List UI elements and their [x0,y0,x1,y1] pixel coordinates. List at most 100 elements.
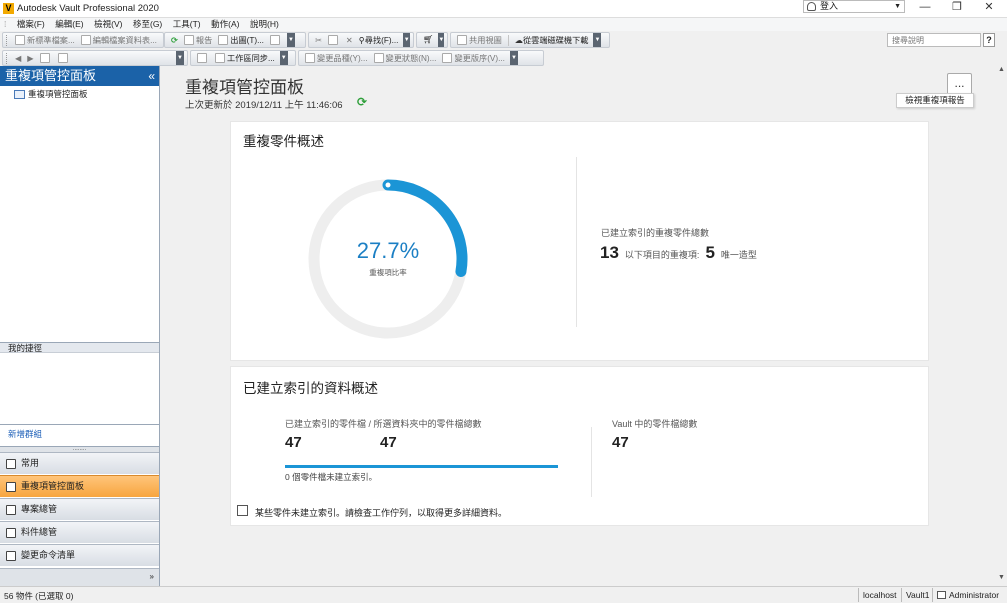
workspace-icon-button[interactable] [194,53,212,63]
vault-parts-count: 47 [612,434,629,451]
expand-nav-button[interactable]: » [0,568,159,586]
folder-up-icon [39,53,50,63]
menu-actions[interactable]: 動作(A) [207,18,243,30]
minimize-button[interactable]: — [910,0,940,16]
collapse-panel-button[interactable]: « [148,66,155,86]
scroll-up-arrow-icon[interactable]: ▲ [996,66,1007,77]
nav-item-master[interactable]: 料件總管 [0,521,159,543]
refresh-toolbar-button[interactable]: ⟳ [168,35,181,45]
shared-view-button[interactable]: 共用視圖 [454,34,505,46]
nav-project-explorer[interactable]: 專案總管 [0,498,159,520]
change-state-button[interactable]: 變更狀態(N)... [371,52,440,64]
toolbar-overflow[interactable]: ▼ [279,51,288,65]
toolbar-separator [507,34,509,46]
change-item-label: 變更品種(Y)... [317,54,368,63]
toolbar-overflow[interactable]: ▼ [286,33,295,47]
find-button[interactable]: ⚲ 尋找(F)... [356,34,402,46]
print-label: 出圖(T)... [230,36,264,45]
donut-start-marker [385,182,391,188]
card-title: 重複零件概述 [243,134,324,149]
vault-logo-icon: V [3,3,14,14]
shortcuts-divider [0,424,159,425]
copy-icon [327,35,338,45]
duplicate-parts-overview-card: 重複零件概述 27.7% 重複項比率 已建立索引的重複零件總數 13 以下項目的… [230,121,929,361]
login-dropdown[interactable]: 登入 ▼ [803,0,905,13]
print-preview-button[interactable] [267,35,285,45]
scroll-down-arrow-icon[interactable]: ▼ [996,574,1007,585]
delete-button[interactable]: ✕ [343,35,356,45]
card-divider [591,427,592,497]
toolbar-overflow[interactable]: ▼ [593,33,602,47]
view-button[interactable] [55,53,73,63]
cart-button[interactable]: 🛒︎ [420,35,436,45]
duplicate-ratio-value: 27.7% [356,238,420,263]
chevron-down-icon: ▼ [894,3,901,10]
nav-home[interactable]: 常用 [0,452,159,474]
change-revision-icon [442,53,453,63]
menu-help[interactable]: 說明(H) [246,18,283,30]
panel-header-title: 重複項管控面板 [5,68,97,83]
sync-icon [215,53,225,63]
new-group-link[interactable]: 新增群組 [8,428,42,440]
last-updated-text: 上次更新於 2019/12/11 上午 11:46:06 [185,100,343,111]
toolbar-overflow[interactable]: ▼ [438,33,445,47]
menu-file[interactable]: 檔案(F) [13,18,49,30]
card-title: 已建立索引的資料概述 [243,381,378,396]
menu-tools[interactable]: 工具(T) [169,18,205,30]
toolbar-overflow[interactable]: ▼ [403,33,410,47]
help-search-input[interactable] [887,33,981,47]
help-button[interactable]: ? [983,33,995,47]
download-from-cloud-button[interactable]: ☁ 從雲端磁碟機下載 [512,34,592,46]
unique-shapes-count: 5 [705,243,715,262]
close-button[interactable]: ✕ [974,0,1004,16]
change-item-button[interactable]: 變更品種(Y)... [302,52,371,64]
refresh-icon[interactable]: ⟳ [357,95,367,109]
toolbar-workspace: 工作區同步... ▼ [190,50,296,66]
back-button[interactable]: ◀ [12,53,24,63]
nav-change-order-list[interactable]: 變更命令清單 [0,544,159,566]
toolbar-grip [6,52,9,64]
tree-item-duplicates-dashboard[interactable]: 重複項管控面板 [14,88,88,100]
current-user-label: Administrator [949,590,1000,600]
nav-change-order-list-label: 變更命令清單 [21,550,76,560]
title-bar: V Autodesk Vault Professional 2020 登入 ▼ … [0,0,1007,18]
nav-duplicates-dashboard[interactable]: 重複項管控面板 [0,475,159,497]
vertical-scrollbar[interactable] [996,66,1007,586]
report-label: 報告 [195,36,213,45]
status-bar: 56 物件 (已選取 0) localhost Vault1 Administr… [0,586,1007,603]
server-name: localhost [858,588,901,602]
change-order-icon [6,551,16,561]
toolbar-overflow[interactable]: ▼ [176,51,184,65]
view-duplicate-report-tooltip: 檢視重複項報告 [896,93,974,108]
menu-grip: ⁞ [4,19,7,29]
maximize-button[interactable]: ❐ [942,0,972,16]
forward-button[interactable]: ▶ [24,53,36,63]
toolbar-overflow[interactable]: ▼ [509,51,518,65]
workspace-sync-button[interactable]: 工作區同步... [212,52,278,64]
up-button[interactable] [37,53,55,63]
back-arrow-icon: ◀ [15,54,22,63]
menu-go[interactable]: 移至(G) [129,18,166,30]
total-duplicates-label: 已建立索引的重複零件總數 [601,228,710,238]
duplicates-of-label: 以下項目的重複項: [624,250,700,260]
find-label: 尋找(F)... [364,36,399,45]
change-revision-button[interactable]: 變更版序(V)... [439,52,508,64]
home-icon [6,459,16,469]
user-icon [937,591,946,599]
copy-button[interactable] [325,35,343,45]
menu-edit[interactable]: 編輯(E) [51,18,87,30]
toolbar-change: 變更品種(Y)... 變更狀態(N)... 變更版序(V)... ▼ [298,50,544,66]
menu-view[interactable]: 檢視(V) [90,18,126,30]
cut-button[interactable]: ✂ [312,35,325,45]
edit-file-data-button[interactable]: 編輯檔案資料表... [78,34,160,46]
toolbar-report: ⟳ 報告 出圖(T)... ▼ [164,32,306,48]
print-button[interactable]: 出圖(T)... [215,34,267,46]
view-icon [57,53,68,63]
nav-home-label: 常用 [21,458,40,468]
card-divider [576,157,577,327]
report-button[interactable]: 報告 [181,34,215,46]
new-standard-file-button[interactable]: 新標準檔案... [12,34,78,46]
indexed-data-overview-card: 已建立索引的資料概述 已建立索引的零件檔 / 所選資料夾中的零件檔總數 47 4… [230,366,929,526]
menu-bar: ⁞ 檔案(F) 編輯(E) 檢視(V) 移至(G) 工具(T) 動作(A) 說明… [0,18,1007,31]
download-from-cloud-label: 從雲端磁碟機下載 [522,36,589,45]
